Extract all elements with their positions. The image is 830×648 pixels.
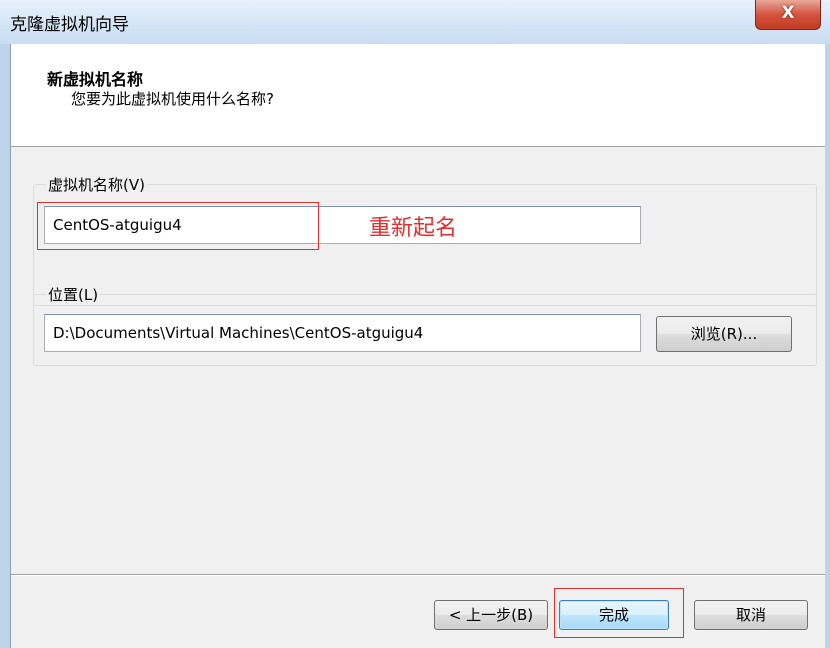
title-bar[interactable]: 克隆虚拟机向导 X	[0, 0, 830, 44]
location-input[interactable]: D:\Documents\Virtual Machines\CentOS-atg…	[44, 314, 641, 352]
footer-divider	[11, 574, 825, 576]
rename-annotation: 重新起名	[369, 216, 458, 241]
clone-vm-wizard-window: 克隆虚拟机向导 X 新虚拟机名称 您要为此虚拟机使用什么名称? 虚拟机名称(V)…	[0, 0, 830, 648]
wizard-client-area: 新虚拟机名称 您要为此虚拟机使用什么名称? 虚拟机名称(V) CentOS-at…	[10, 44, 825, 648]
close-button[interactable]: X	[755, 0, 821, 30]
window-title: 克隆虚拟机向导	[10, 15, 129, 35]
page-title: 新虚拟机名称	[47, 70, 144, 89]
back-button[interactable]: < 上一步(B)	[434, 600, 548, 630]
browse-button[interactable]: 浏览(R)...	[656, 316, 792, 352]
cancel-button[interactable]: 取消	[694, 600, 808, 630]
wizard-header: 新虚拟机名称 您要为此虚拟机使用什么名称?	[11, 44, 825, 147]
vm-name-label: 虚拟机名称(V)	[48, 176, 145, 194]
vm-name-input[interactable]: CentOS-atguigu4	[44, 206, 641, 244]
location-label: 位置(L)	[48, 286, 99, 304]
page-subtitle: 您要为此虚拟机使用什么名称?	[71, 90, 274, 108]
finish-button[interactable]: 完成	[559, 600, 669, 630]
close-icon: X	[781, 3, 795, 23]
